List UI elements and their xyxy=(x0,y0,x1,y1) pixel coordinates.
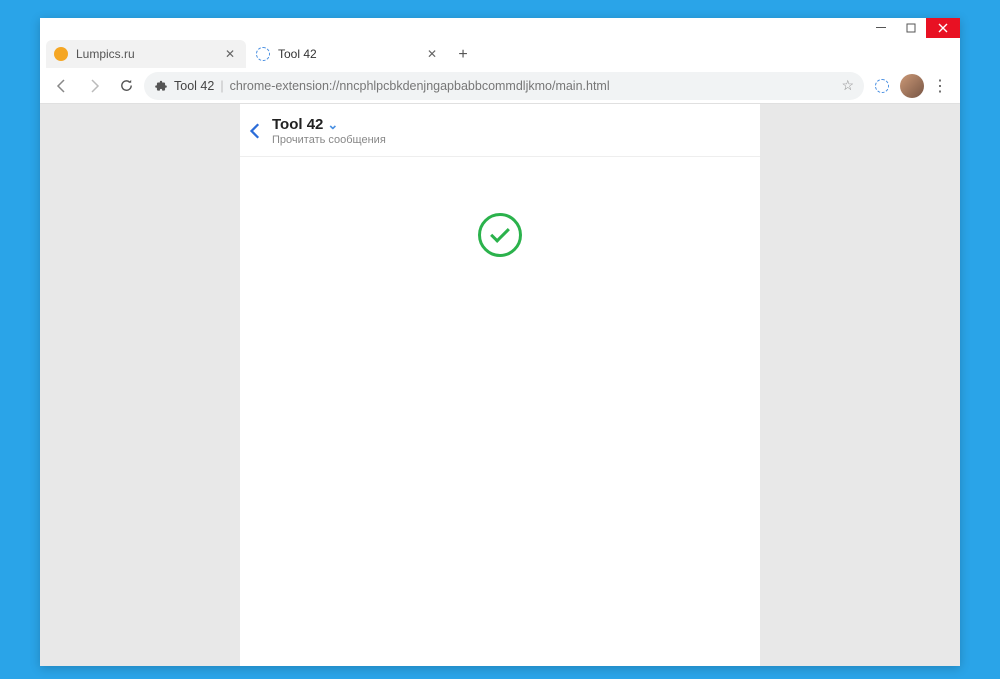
browser-window: Lumpics.ru ✕ Tool 42 ✕ + Tool 42 | chrom… xyxy=(40,18,960,666)
page-back-button[interactable] xyxy=(240,122,272,140)
tab-lumpics[interactable]: Lumpics.ru ✕ xyxy=(46,40,246,68)
forward-button[interactable] xyxy=(80,72,108,100)
reload-button[interactable] xyxy=(112,72,140,100)
window-minimize-button[interactable] xyxy=(866,18,896,38)
browser-toolbar: Tool 42 | chrome-extension://nncphlpcbkd… xyxy=(40,68,960,104)
omnibox-url: chrome-extension://nncphlpcbkdenjngapbab… xyxy=(230,79,610,93)
tab-strip: Lumpics.ru ✕ Tool 42 ✕ + xyxy=(40,38,960,68)
success-checkmark-icon xyxy=(478,213,522,257)
tab-tool42[interactable]: Tool 42 ✕ xyxy=(248,40,448,68)
tab-title: Tool 42 xyxy=(278,47,317,61)
tab-title: Lumpics.ru xyxy=(76,47,135,61)
content-viewport: Tool 42 ⌄ Прочитать сообщения xyxy=(40,104,960,666)
extension-icon xyxy=(154,79,168,93)
window-maximize-button[interactable] xyxy=(896,18,926,38)
browser-menu-button[interactable]: ⋮ xyxy=(928,76,952,96)
address-bar[interactable]: Tool 42 | chrome-extension://nncphlpcbkd… xyxy=(144,72,864,100)
tab-close-button[interactable]: ✕ xyxy=(424,46,440,62)
page-header: Tool 42 ⌄ Прочитать сообщения xyxy=(240,110,760,157)
window-close-button[interactable] xyxy=(926,18,960,38)
success-area xyxy=(240,157,760,257)
window-titlebar xyxy=(40,18,960,38)
new-tab-button[interactable]: + xyxy=(450,42,476,68)
bookmark-star-icon[interactable]: ☆ xyxy=(841,77,854,94)
chevron-down-icon: ⌄ xyxy=(327,117,338,133)
omnibox-title: Tool 42 xyxy=(174,79,214,93)
page-title: Tool 42 xyxy=(272,116,323,133)
tab-close-button[interactable]: ✕ xyxy=(222,46,238,62)
tab-favicon xyxy=(54,47,68,61)
back-button[interactable] xyxy=(48,72,76,100)
omnibox-separator: | xyxy=(220,79,223,93)
extension-page: Tool 42 ⌄ Прочитать сообщения xyxy=(240,104,760,666)
profile-avatar[interactable] xyxy=(900,74,924,98)
page-subtitle: Прочитать сообщения xyxy=(272,134,386,146)
extension-button[interactable] xyxy=(868,72,896,100)
page-header-text: Tool 42 ⌄ Прочитать сообщения xyxy=(272,116,386,146)
tab-favicon xyxy=(256,47,270,61)
page-title-dropdown[interactable]: Tool 42 ⌄ xyxy=(272,116,386,133)
